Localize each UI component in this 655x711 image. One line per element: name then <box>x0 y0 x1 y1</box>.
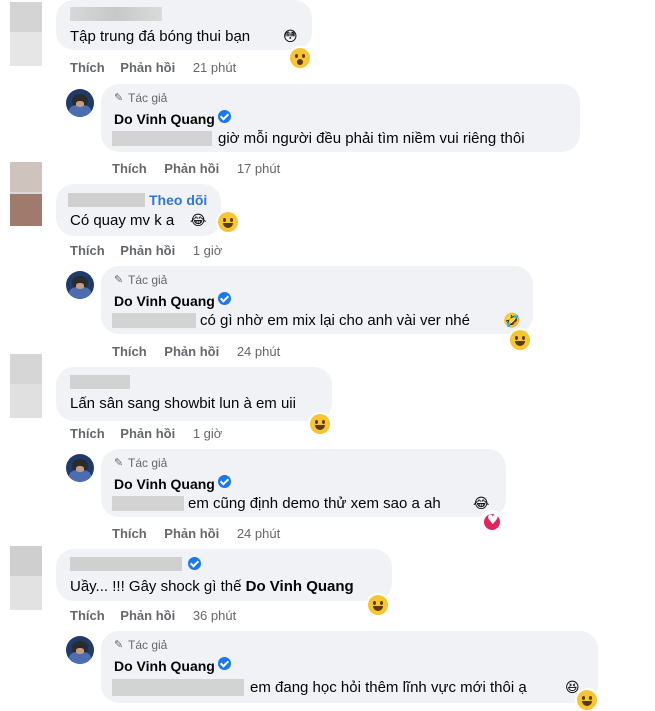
comment-actions: Thích Phản hồi 1 giờ <box>70 243 222 258</box>
reply-button[interactable]: Phản hồi <box>164 344 219 359</box>
comment-text: Uầy... !!! Gây shock gì thế Do Vinh Quan… <box>70 577 354 597</box>
verified-icon <box>218 110 231 123</box>
haha-reaction-icon[interactable] <box>218 212 238 232</box>
commenter-avatar[interactable] <box>10 546 42 610</box>
haha-reaction-icon[interactable] <box>368 595 388 615</box>
comment-time[interactable]: 24 phút <box>237 344 280 359</box>
haha-reaction-icon[interactable] <box>310 414 330 434</box>
verified-icon <box>218 292 231 305</box>
inline-emoji: 🤣 <box>503 313 521 329</box>
mention-blurred[interactable] <box>112 131 212 146</box>
pen-icon: ✎ <box>114 92 124 104</box>
commenter-avatar[interactable] <box>10 2 42 66</box>
like-button[interactable]: Thích <box>112 344 147 359</box>
comment-time[interactable]: 1 giờ <box>193 426 223 441</box>
haha-reaction-icon[interactable] <box>577 690 597 710</box>
comment-text-prefix: Uầy... !!! Gây shock gì thế <box>70 578 246 595</box>
like-button[interactable]: Thích <box>70 608 105 623</box>
comment-actions: Thích Phản hồi 36 phút <box>70 608 236 623</box>
pen-icon: ✎ <box>114 639 124 651</box>
mention-blurred[interactable] <box>112 679 244 696</box>
author-name[interactable]: Do Vinh Quang <box>114 293 215 309</box>
commenter-name-blurred[interactable] <box>68 193 145 207</box>
reply-button[interactable]: Phản hồi <box>120 426 175 441</box>
reply-text: em đang học hỏi thêm lĩnh vực mới thôi ạ <box>250 679 527 696</box>
reply-button[interactable]: Phản hồi <box>164 161 219 176</box>
verified-icon <box>188 557 201 570</box>
comment-time[interactable]: 24 phút <box>237 526 280 541</box>
author-name[interactable]: Do Vinh Quang <box>114 111 215 127</box>
reply-button[interactable]: Phản hồi <box>120 60 175 75</box>
commenter-avatar[interactable] <box>10 354 42 418</box>
author-avatar[interactable] <box>66 636 94 664</box>
inline-emoji: 😂 <box>473 496 490 512</box>
comment-actions: Thích Phản hồi 21 phút <box>70 60 236 75</box>
reply-button[interactable]: Phản hồi <box>120 243 175 258</box>
reply-text: em cũng định demo thử xem sao a ah <box>188 495 441 512</box>
like-button[interactable]: Thích <box>70 426 105 441</box>
like-button[interactable]: Thích <box>70 243 105 258</box>
commenter-name-blurred[interactable] <box>70 557 182 571</box>
mention-blurred[interactable] <box>112 496 184 511</box>
comment-text: Lấn sân sang showbit lun à em uii <box>70 395 296 412</box>
reply-actions: Thích Phản hồi 24 phút <box>112 526 280 541</box>
author-badge: Tác giả <box>128 638 168 652</box>
author-name[interactable]: Do Vinh Quang <box>114 476 215 492</box>
reply-button[interactable]: Phản hồi <box>164 526 219 541</box>
author-avatar[interactable] <box>66 454 94 482</box>
comment-text: Tập trung đá bóng thui bạn <box>70 28 251 45</box>
comment-time[interactable]: 21 phút <box>193 60 236 75</box>
reply-text: có gì nhờ em mix lại cho anh vài ver nhé <box>200 312 470 329</box>
reply-actions: Thích Phản hồi 17 phút <box>112 161 280 176</box>
inline-emoji: 😳 <box>283 29 298 45</box>
comment-actions: Thích Phản hồi 1 giờ <box>70 426 222 441</box>
comment-time[interactable]: 17 phút <box>237 161 280 176</box>
author-name[interactable]: Do Vinh Quang <box>114 658 215 674</box>
inline-emoji: 😂 <box>190 213 207 229</box>
reply-button[interactable]: Phản hồi <box>120 608 175 623</box>
author-badge: Tác giả <box>128 91 168 105</box>
commenter-name-blurred[interactable] <box>70 375 130 389</box>
like-button[interactable]: Thích <box>112 161 147 176</box>
follow-button[interactable]: Theo dõi <box>149 192 207 208</box>
verified-icon <box>218 475 231 488</box>
comment-text: Có quay mv k a <box>70 212 175 229</box>
love-reaction-icon[interactable] <box>482 512 502 532</box>
commenter-avatar[interactable] <box>10 162 42 226</box>
comment-time[interactable]: 36 phút <box>193 608 236 623</box>
mention-blurred[interactable] <box>112 313 196 328</box>
haha-reaction-icon[interactable] <box>510 330 530 350</box>
author-badge: Tác giả <box>128 273 168 287</box>
author-avatar[interactable] <box>66 89 94 117</box>
like-button[interactable]: Thích <box>70 60 105 75</box>
pen-icon: ✎ <box>114 274 124 286</box>
comment-time[interactable]: 1 giờ <box>193 243 223 258</box>
reply-actions: Thích Phản hồi 24 phút <box>112 344 280 359</box>
author-avatar[interactable] <box>66 271 94 299</box>
reply-text: giờ mỗi người đều phải tìm niềm vui riên… <box>218 130 525 147</box>
author-badge: Tác giả <box>128 456 168 470</box>
wow-reaction-icon[interactable] <box>290 48 310 68</box>
like-button[interactable]: Thích <box>112 526 147 541</box>
mention-link[interactable]: Do Vinh Quang <box>246 578 354 595</box>
pen-icon: ✎ <box>114 457 124 469</box>
commenter-name-blurred[interactable] <box>70 7 162 21</box>
verified-icon <box>218 657 231 670</box>
